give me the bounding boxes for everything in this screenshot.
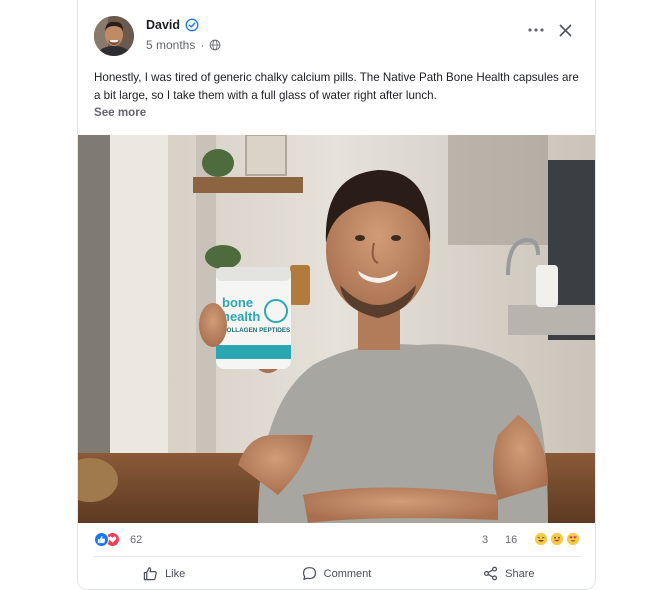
comment-button[interactable]: Comment bbox=[250, 557, 422, 589]
comment-icon bbox=[302, 567, 316, 581]
comment-label: Comment bbox=[323, 567, 372, 580]
emoji-reactions[interactable] bbox=[535, 533, 579, 545]
grin-emoji-icon bbox=[551, 533, 563, 545]
product-label-line3: COLLAGEN PEPTIDES bbox=[222, 327, 290, 334]
reaction-count[interactable]: 62 bbox=[130, 534, 142, 546]
comment-count[interactable]: 3 bbox=[482, 534, 488, 546]
see-more-link[interactable]: See more bbox=[94, 106, 146, 119]
reactions-bar: 62 3 16 bbox=[78, 523, 595, 557]
ellipsis-icon bbox=[528, 28, 544, 32]
thumbs-up-icon bbox=[143, 567, 157, 581]
share-button[interactable]: Share bbox=[423, 557, 595, 589]
close-button[interactable] bbox=[555, 20, 575, 40]
product-label-line1: bone bbox=[222, 295, 253, 310]
post-photo[interactable]: bone health COLLAGEN PEPTIDES bbox=[78, 135, 595, 523]
author-row: David bbox=[146, 18, 199, 32]
post-text: Honestly, I was tired of generic chalky … bbox=[94, 71, 579, 102]
post-header: David 5 months · bbox=[78, 0, 595, 62]
post-timestamp[interactable]: 5 months bbox=[146, 38, 195, 52]
share-count[interactable]: 16 bbox=[505, 534, 517, 546]
post-photo-image: bone health COLLAGEN PEPTIDES bbox=[78, 135, 595, 523]
avatar-image bbox=[94, 16, 134, 56]
post-card: David 5 months · Honestly, I was tired o… bbox=[77, 0, 596, 590]
heart-eyes-emoji-icon bbox=[567, 533, 579, 545]
share-label: Share bbox=[505, 567, 535, 580]
globe-icon bbox=[209, 39, 221, 51]
author-name[interactable]: David bbox=[146, 18, 180, 32]
like-reaction-icon bbox=[94, 532, 109, 547]
like-label: Like bbox=[165, 567, 186, 580]
share-icon bbox=[484, 566, 498, 581]
like-button[interactable]: Like bbox=[78, 557, 250, 589]
product-label-line2: health bbox=[222, 309, 260, 324]
more-options-button[interactable] bbox=[525, 20, 547, 40]
post-actions: Like Comment Share bbox=[78, 557, 595, 589]
verified-badge-icon bbox=[185, 18, 199, 32]
meta-separator: · bbox=[200, 38, 205, 52]
reaction-icons[interactable] bbox=[94, 532, 124, 548]
avatar[interactable] bbox=[94, 16, 134, 56]
laugh-emoji-icon bbox=[535, 533, 547, 545]
close-icon bbox=[559, 24, 571, 36]
post-meta: 5 months · bbox=[146, 38, 221, 52]
